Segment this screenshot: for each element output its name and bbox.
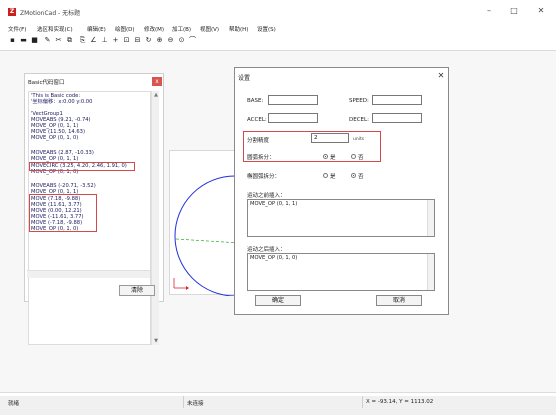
basic-horizontal-scrollbar[interactable] bbox=[27, 270, 150, 278]
status-divider bbox=[183, 396, 184, 408]
ok-button[interactable]: 确定 bbox=[255, 295, 301, 306]
ellipse-split-yes-label: 是 bbox=[330, 174, 336, 180]
menu-edit[interactable]: 编辑(E) bbox=[87, 25, 106, 33]
after-motion-text: MOVE_OP (0, 1, 0) bbox=[250, 255, 298, 261]
title-bar: Z ZMotionCad - 无标题 – □ ✕ bbox=[0, 0, 556, 22]
paste-icon[interactable]: ⎘ bbox=[78, 36, 87, 45]
circle-split-yes-radio[interactable] bbox=[323, 154, 328, 159]
after-motion-textbox[interactable]: MOVE_OP (0, 1, 0) bbox=[247, 253, 435, 291]
menu-view[interactable]: 视图(V) bbox=[200, 25, 219, 33]
accel-label: ACCEL: bbox=[247, 117, 267, 123]
rotate-icon[interactable]: ↻ bbox=[144, 36, 153, 45]
clear-button[interactable]: 清除 bbox=[119, 285, 155, 296]
circle-split-label: 圆弧拆分： bbox=[247, 155, 275, 161]
before-motion-textbox[interactable]: MOVE_OP (0, 1, 1) bbox=[247, 199, 435, 237]
basic-window-close-button[interactable]: x bbox=[152, 77, 162, 86]
before-motion-text: MOVE_OP (0, 1, 1) bbox=[250, 201, 298, 207]
menu-bar: 文件(F) 选区和实现(C) 编辑(E) 绘图(D) 修改(M) 加工(B) 视… bbox=[0, 24, 556, 34]
split-precision-label: 分割精度 bbox=[247, 138, 270, 144]
after-motion-scrollbar[interactable] bbox=[427, 254, 434, 290]
before-motion-label: 运动之前插入： bbox=[247, 193, 286, 199]
drawing-svg bbox=[173, 175, 296, 297]
dialog-close-button[interactable]: ✕ bbox=[436, 71, 446, 81]
base-label: BASE: bbox=[247, 98, 264, 104]
drawing-canvas[interactable] bbox=[169, 150, 296, 297]
close-button[interactable]: ✕ bbox=[535, 6, 547, 16]
scroll-down-icon[interactable]: ▼ bbox=[152, 337, 160, 345]
dialog-title: 设置 bbox=[238, 75, 251, 82]
split-precision-input[interactable]: 2 bbox=[311, 133, 349, 143]
unlock-icon[interactable]: ⊟ bbox=[133, 36, 142, 45]
status-bar: 就绪 未连接 X = -93.14, Y = 1113.02 bbox=[0, 396, 556, 415]
speed-input[interactable] bbox=[372, 95, 422, 105]
pencil-icon[interactable]: ✎ bbox=[43, 36, 52, 45]
menu-modify[interactable]: 修改(M) bbox=[144, 25, 164, 33]
basic-window-title: Basic代码窗口 bbox=[28, 80, 65, 86]
ellipse-split-label: 椭圆弧拆分： bbox=[247, 174, 281, 180]
origin-arrow-icon bbox=[186, 286, 189, 290]
app-title: ZMotionCad - 无标题 bbox=[20, 10, 81, 17]
line-icon[interactable]: ⊥ bbox=[100, 36, 109, 45]
zoom-out-icon[interactable]: ⊖ bbox=[166, 36, 175, 45]
base-input[interactable] bbox=[268, 95, 318, 105]
status-connection: 未连接 bbox=[187, 401, 204, 407]
pan-icon[interactable]: ⌒ bbox=[188, 36, 197, 45]
highlight-movecirc bbox=[29, 162, 135, 171]
cut-icon[interactable]: ✂ bbox=[54, 36, 63, 45]
open-folder-icon[interactable]: ▬ bbox=[19, 36, 28, 45]
zoom-fit-icon[interactable]: ⊙ bbox=[177, 36, 186, 45]
ellipse-split-no-label: 否 bbox=[358, 174, 364, 180]
decel-label: DECEL: bbox=[349, 117, 369, 123]
circle-split-yes-label: 是 bbox=[330, 155, 336, 161]
ellipse-split-no-radio[interactable] bbox=[351, 173, 356, 178]
cancel-button[interactable]: 取消 bbox=[376, 295, 422, 306]
menu-draw[interactable]: 绘图(D) bbox=[115, 25, 135, 33]
code-line: MOVE_OP (0, 1, 0) bbox=[31, 135, 79, 141]
save-icon[interactable]: ■ bbox=[30, 36, 39, 45]
status-coordinates: X = -93.14, Y = 1113.02 bbox=[366, 399, 434, 405]
after-motion-label: 运动之后插入： bbox=[247, 247, 286, 253]
before-motion-scrollbar[interactable] bbox=[427, 200, 434, 236]
menu-selection[interactable]: 选区和实现(C) bbox=[37, 25, 73, 33]
basic-code-text[interactable]: 'This is Basic code: '坐标偏移：x:0.00 y:0.00… bbox=[28, 91, 151, 345]
split-precision-unit: units bbox=[353, 137, 365, 142]
status-divider bbox=[362, 396, 363, 408]
menu-settings[interactable]: 设置(S) bbox=[257, 25, 276, 33]
cross-icon[interactable]: + bbox=[111, 36, 120, 45]
app-logo-icon: Z bbox=[8, 8, 16, 16]
scroll-up-icon[interactable]: ▲ bbox=[152, 91, 160, 99]
copy-icon[interactable]: ⧉ bbox=[65, 36, 74, 45]
minimize-button[interactable]: – bbox=[483, 6, 495, 16]
menu-file[interactable]: 文件(F) bbox=[8, 25, 26, 33]
highlight-move-group bbox=[29, 194, 97, 232]
new-file-icon[interactable]: ▪ bbox=[8, 36, 17, 45]
circle-split-no-label: 否 bbox=[358, 155, 364, 161]
circle-split-no-radio[interactable] bbox=[351, 154, 356, 159]
settings-dialog: 设置 ✕ BASE: SPEED: ACCEL: DECEL: 分割精度 2 u… bbox=[234, 67, 449, 315]
drawn-circle bbox=[174, 175, 296, 297]
basic-code-window: Basic代码窗口 x 'This is Basic code: '坐标偏移：x… bbox=[24, 73, 164, 345]
zoom-in-icon[interactable]: ⊕ bbox=[155, 36, 164, 45]
menu-help[interactable]: 帮助(H) bbox=[229, 25, 248, 33]
decel-input[interactable] bbox=[372, 113, 422, 123]
lock-icon[interactable]: ⊡ bbox=[122, 36, 131, 45]
menu-process[interactable]: 加工(B) bbox=[172, 25, 191, 33]
basic-vertical-scrollbar[interactable]: ▲ ▼ bbox=[151, 91, 159, 345]
ellipse-split-yes-radio[interactable] bbox=[323, 173, 328, 178]
code-line: '坐标偏移：x:0.00 y:0.00 bbox=[31, 99, 93, 105]
angle-icon[interactable]: ∠ bbox=[89, 36, 98, 45]
speed-label: SPEED: bbox=[349, 98, 369, 104]
maximize-button[interactable]: □ bbox=[508, 6, 520, 16]
toolbar: ▪ ▬ ■ ✎ ✂ ⧉ ⎘ ∠ ⊥ + ⊡ ⊟ ↻ ⊕ ⊖ ⊙ ⌒ bbox=[8, 36, 228, 46]
accel-input[interactable] bbox=[268, 113, 318, 123]
status-ready: 就绪 bbox=[8, 401, 20, 407]
axis-line bbox=[175, 238, 241, 244]
